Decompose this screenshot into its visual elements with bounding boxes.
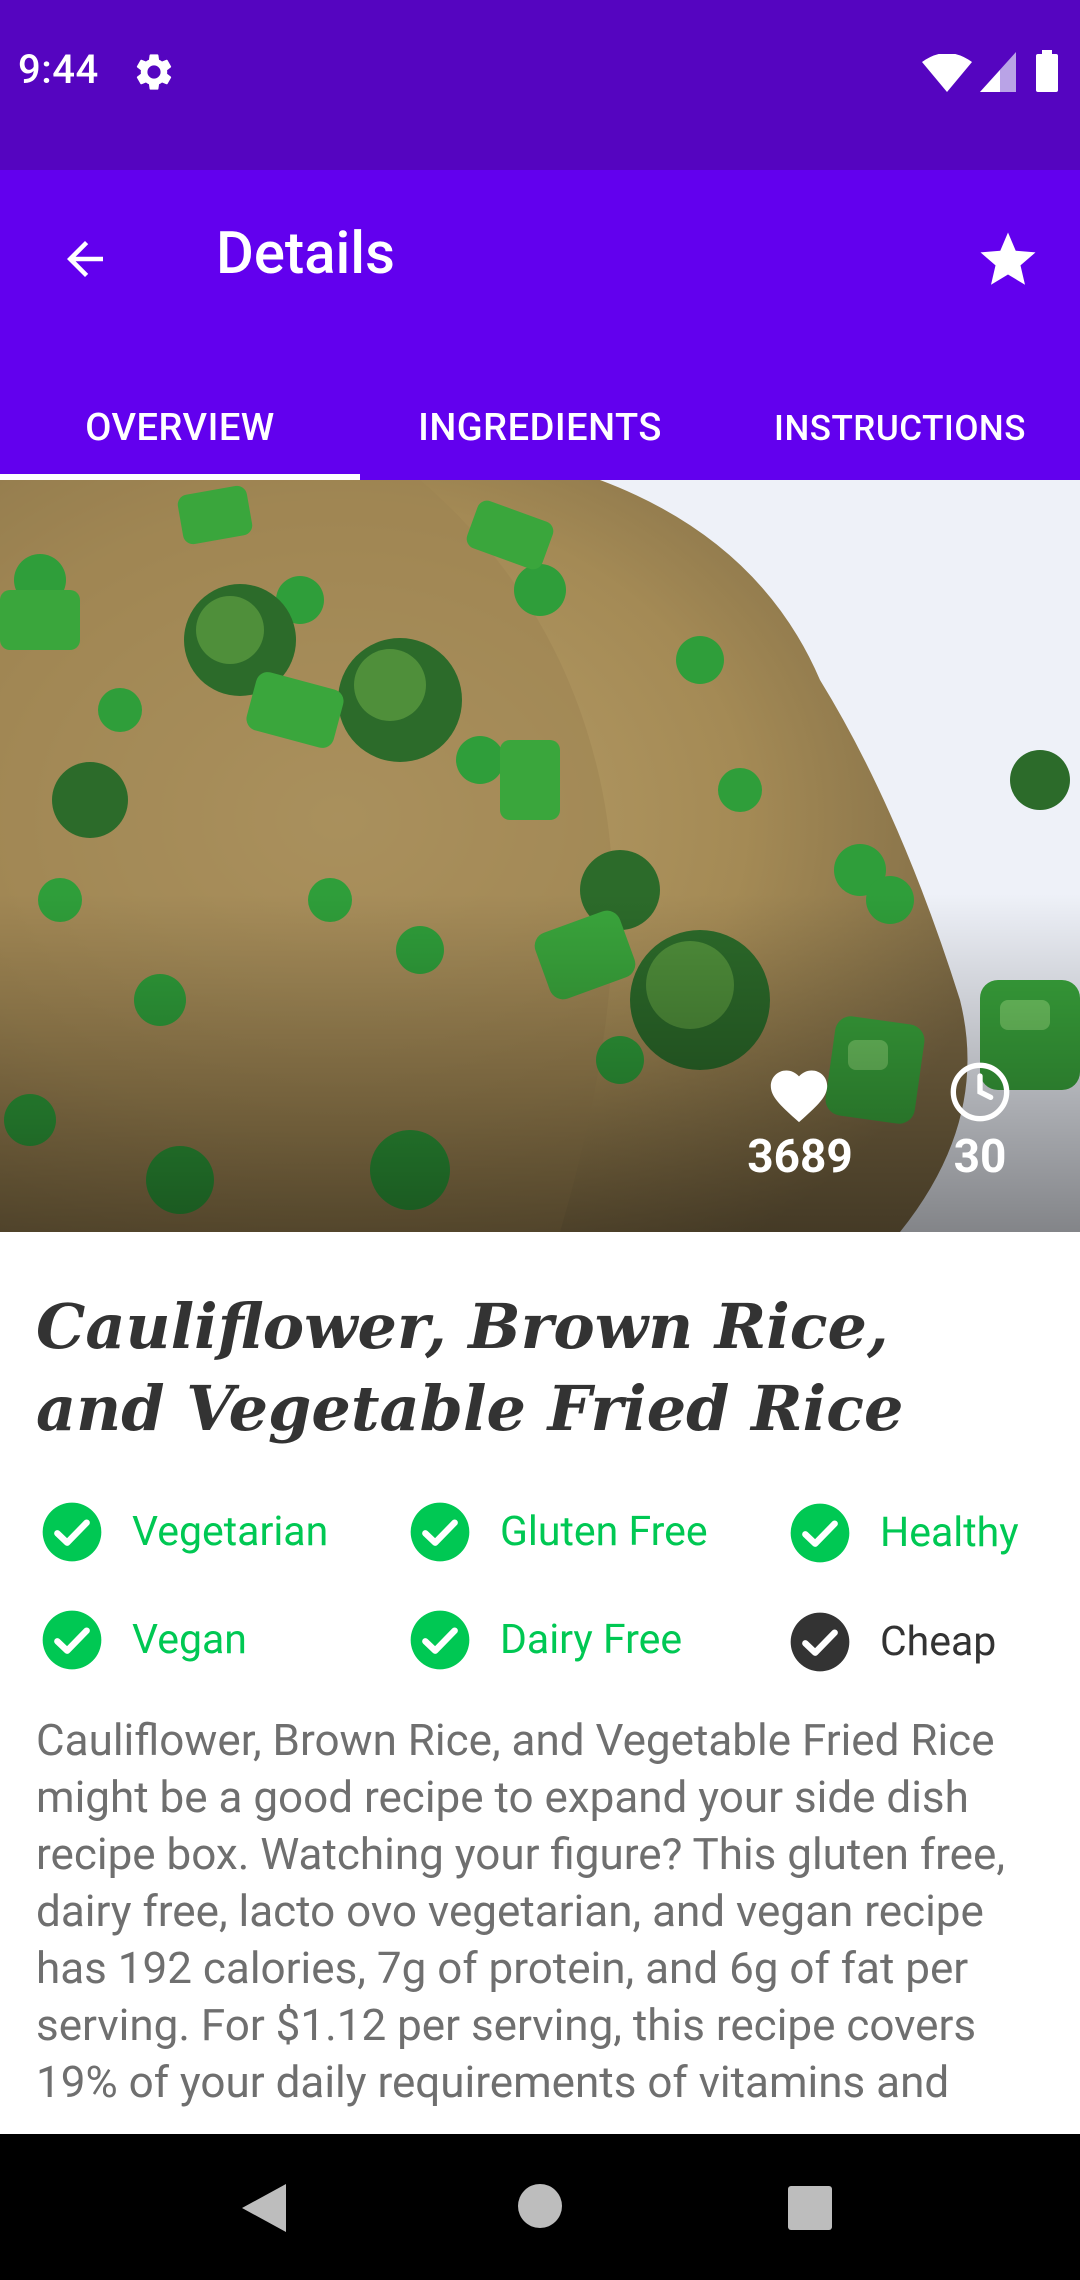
tab-label: INGREDIENTS — [418, 406, 662, 450]
clock-icon — [950, 1062, 1010, 1122]
tag-label: Vegan — [132, 1616, 247, 1664]
back-button[interactable] — [50, 224, 120, 294]
check-circle-icon — [790, 1612, 850, 1672]
image-overlay — [0, 480, 1080, 1232]
tab-bar: OVERVIEW INGREDIENTS INSTRUCTIONS — [0, 376, 1080, 480]
tag-label: Dairy Free — [500, 1616, 683, 1664]
ready-minutes: 30 — [953, 1130, 1007, 1184]
arrow-left-icon — [67, 241, 103, 277]
tab-label: INSTRUCTIONS — [774, 407, 1026, 449]
tab-label: OVERVIEW — [85, 406, 275, 450]
star-icon — [980, 232, 1036, 285]
favorite-button[interactable] — [970, 222, 1046, 298]
page-title: Details — [216, 220, 395, 288]
nav-recents-icon[interactable] — [788, 2186, 832, 2230]
tag-vegan: Vegan — [40, 1608, 247, 1672]
check-circle-icon — [790, 1503, 850, 1563]
recipe-image: 3689 30 — [0, 480, 1080, 1232]
tag-label: Vegetarian — [132, 1508, 329, 1556]
app-bar: Details OVERVIEW INGREDIENTS INSTRUCTION… — [0, 170, 1080, 480]
recipe-summary: Cauliflower, Brown Rice, and Vegetable F… — [36, 1714, 1005, 2108]
tab-ingredients[interactable]: INGREDIENTS — [360, 376, 720, 480]
tag-label: Gluten Free — [500, 1508, 708, 1556]
settings-gear-icon — [136, 54, 172, 90]
tag-cheap: Cheap — [788, 1610, 996, 1674]
status-time: 9:44 — [18, 46, 99, 93]
check-circle-icon — [410, 1502, 470, 1562]
battery-icon — [1036, 50, 1058, 92]
tag-label: Cheap — [880, 1618, 997, 1666]
recipe-title: Cauliflower, Brown Rice, and Vegetable F… — [36, 1290, 904, 1445]
check-circle-icon — [42, 1502, 102, 1562]
check-circle-icon — [42, 1610, 102, 1670]
heart-icon — [770, 1070, 828, 1123]
tag-gluten-free: Gluten Free — [408, 1500, 708, 1564]
likes-count: 3689 — [747, 1130, 853, 1184]
tag-label: Healthy — [880, 1509, 1019, 1557]
tag-vegetarian: Vegetarian — [40, 1500, 328, 1564]
nav-back-icon[interactable] — [240, 2182, 288, 2234]
status-bar: 9:44 — [0, 0, 1080, 170]
tag-healthy: Healthy — [788, 1501, 1019, 1565]
signal-icon — [980, 52, 1016, 92]
tab-overview[interactable]: OVERVIEW — [0, 376, 360, 480]
check-circle-icon — [410, 1610, 470, 1670]
tab-instructions[interactable]: INSTRUCTIONS — [720, 376, 1080, 480]
tag-dairy-free: Dairy Free — [408, 1608, 682, 1672]
nav-home-icon[interactable] — [518, 2184, 562, 2228]
wifi-icon — [922, 54, 972, 92]
